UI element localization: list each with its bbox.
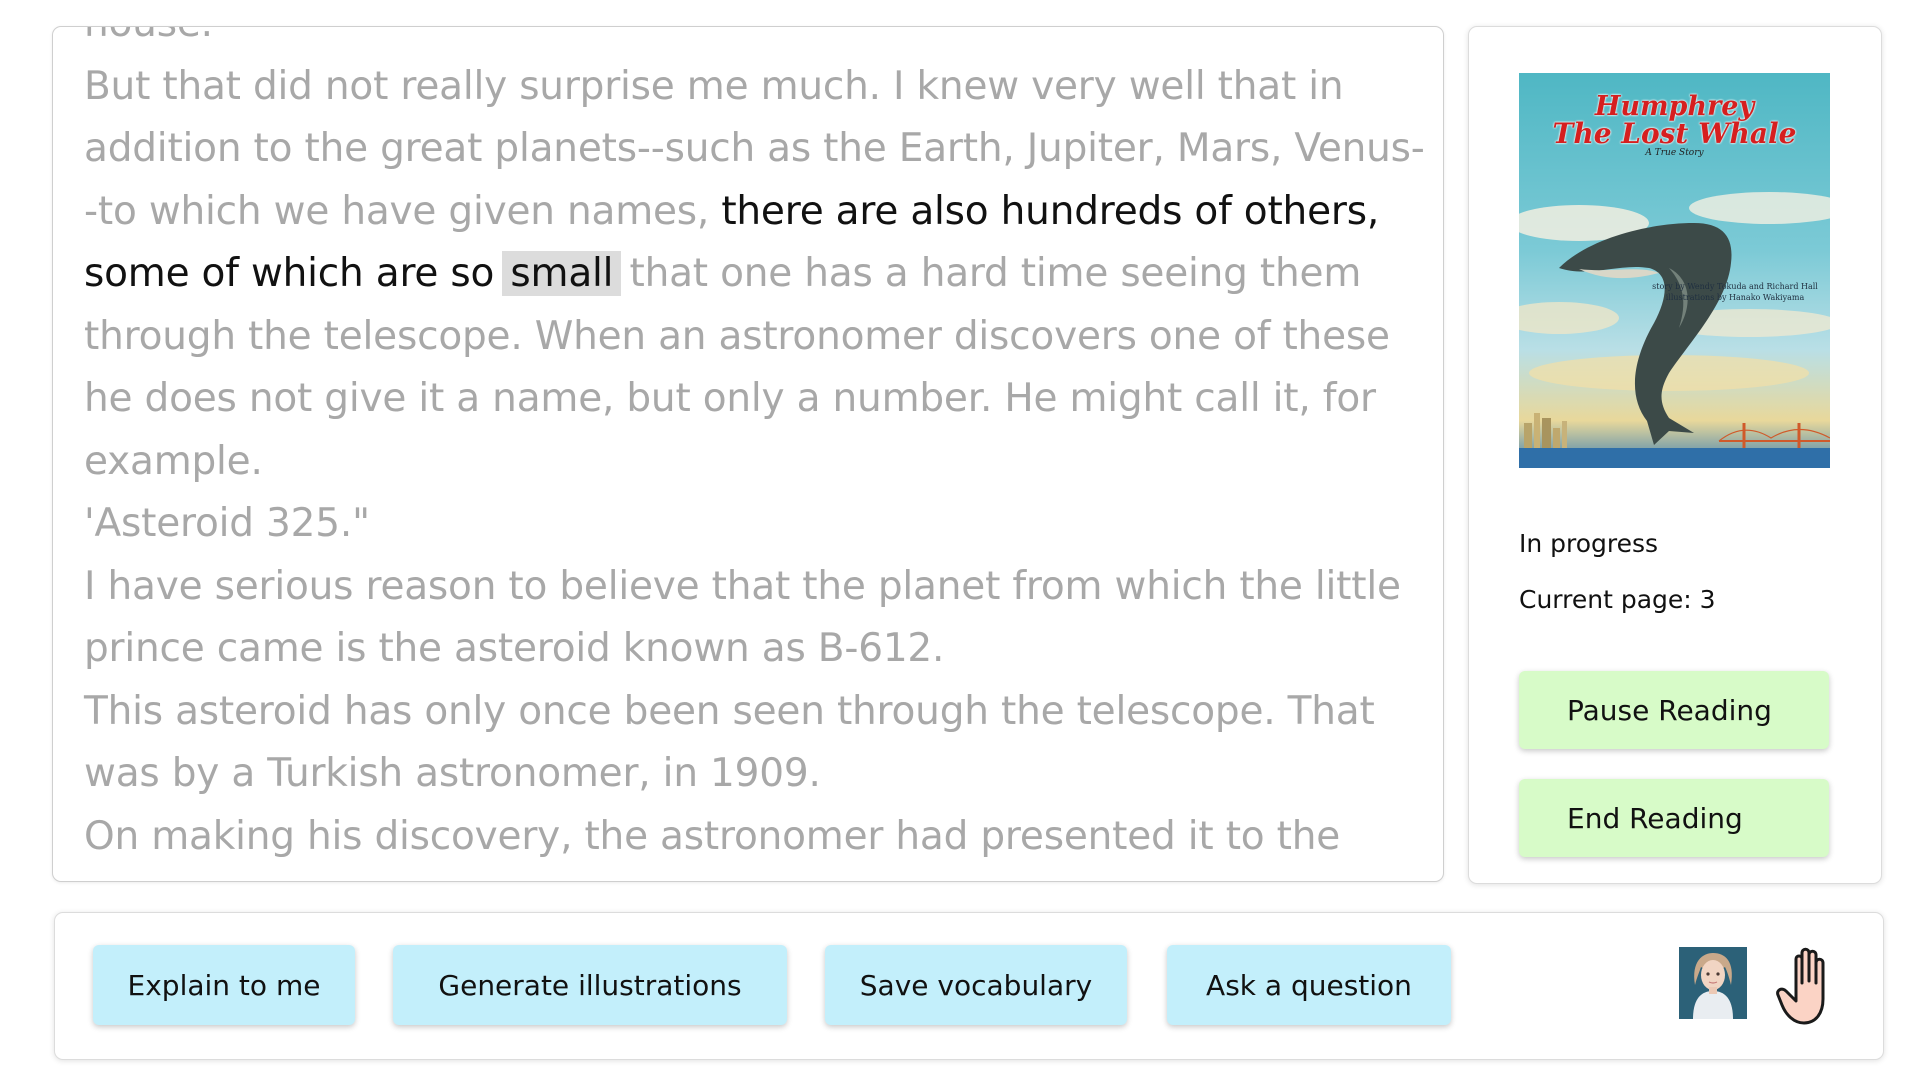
reading-panel[interactable]: house. But that did not really surprise … — [52, 26, 1444, 882]
generate-illustrations-button[interactable]: Generate illustrations — [393, 945, 787, 1025]
text-paragraph: This asteroid has only once been seen th… — [84, 688, 1375, 797]
cover-credits-author: story by Wendy Tokuda and Richard Hall — [1652, 282, 1818, 291]
book-cover-image: Humphrey The Lost Whale A True Story sto… — [1519, 73, 1830, 468]
reading-status: In progress — [1519, 529, 1659, 558]
save-vocabulary-button[interactable]: Save vocabulary — [825, 945, 1127, 1025]
reading-text: house. But that did not really surprise … — [84, 27, 1429, 881]
assistant-avatar[interactable] — [1679, 947, 1747, 1019]
action-bar: Explain to me Generate illustrations Sav… — [54, 912, 1884, 1060]
current-paragraph: But that did not really surprise me much… — [84, 56, 1429, 494]
explain-to-me-button[interactable]: Explain to me — [93, 945, 355, 1025]
partial-line-top: house. — [84, 27, 1429, 56]
raise-hand-icon[interactable] — [1776, 945, 1844, 1027]
current-word-highlight[interactable]: small — [502, 251, 622, 296]
avatar-portrait — [1679, 947, 1747, 1019]
end-reading-button[interactable]: End Reading — [1519, 779, 1829, 857]
cover-title-line2: The Lost Whale — [1552, 117, 1797, 150]
hand-icon-shape — [1776, 947, 1825, 1025]
ask-question-button[interactable]: Ask a question — [1167, 945, 1451, 1025]
pause-reading-button[interactable]: Pause Reading — [1519, 671, 1829, 749]
text-paragraph: On making his discovery, the astronomer … — [84, 813, 1341, 859]
text-paragraph: 'Asteroid 325." — [84, 501, 370, 546]
current-page-indicator: Current page: 3 — [1519, 585, 1716, 614]
book-info-panel: Humphrey The Lost Whale A True Story sto… — [1468, 26, 1882, 884]
text-paragraph: I have serious reason to believe that th… — [84, 563, 1401, 672]
text-paragraph: International Astronomical Congress, in … — [84, 868, 1429, 881]
cover-credits: story by Wendy Tokuda and Richard Hall i… — [1645, 281, 1825, 303]
cover-credits-illustrator: illustrations by Hanako Wakiyama — [1665, 293, 1805, 302]
cover-subtitle: A True Story — [1645, 148, 1704, 158]
